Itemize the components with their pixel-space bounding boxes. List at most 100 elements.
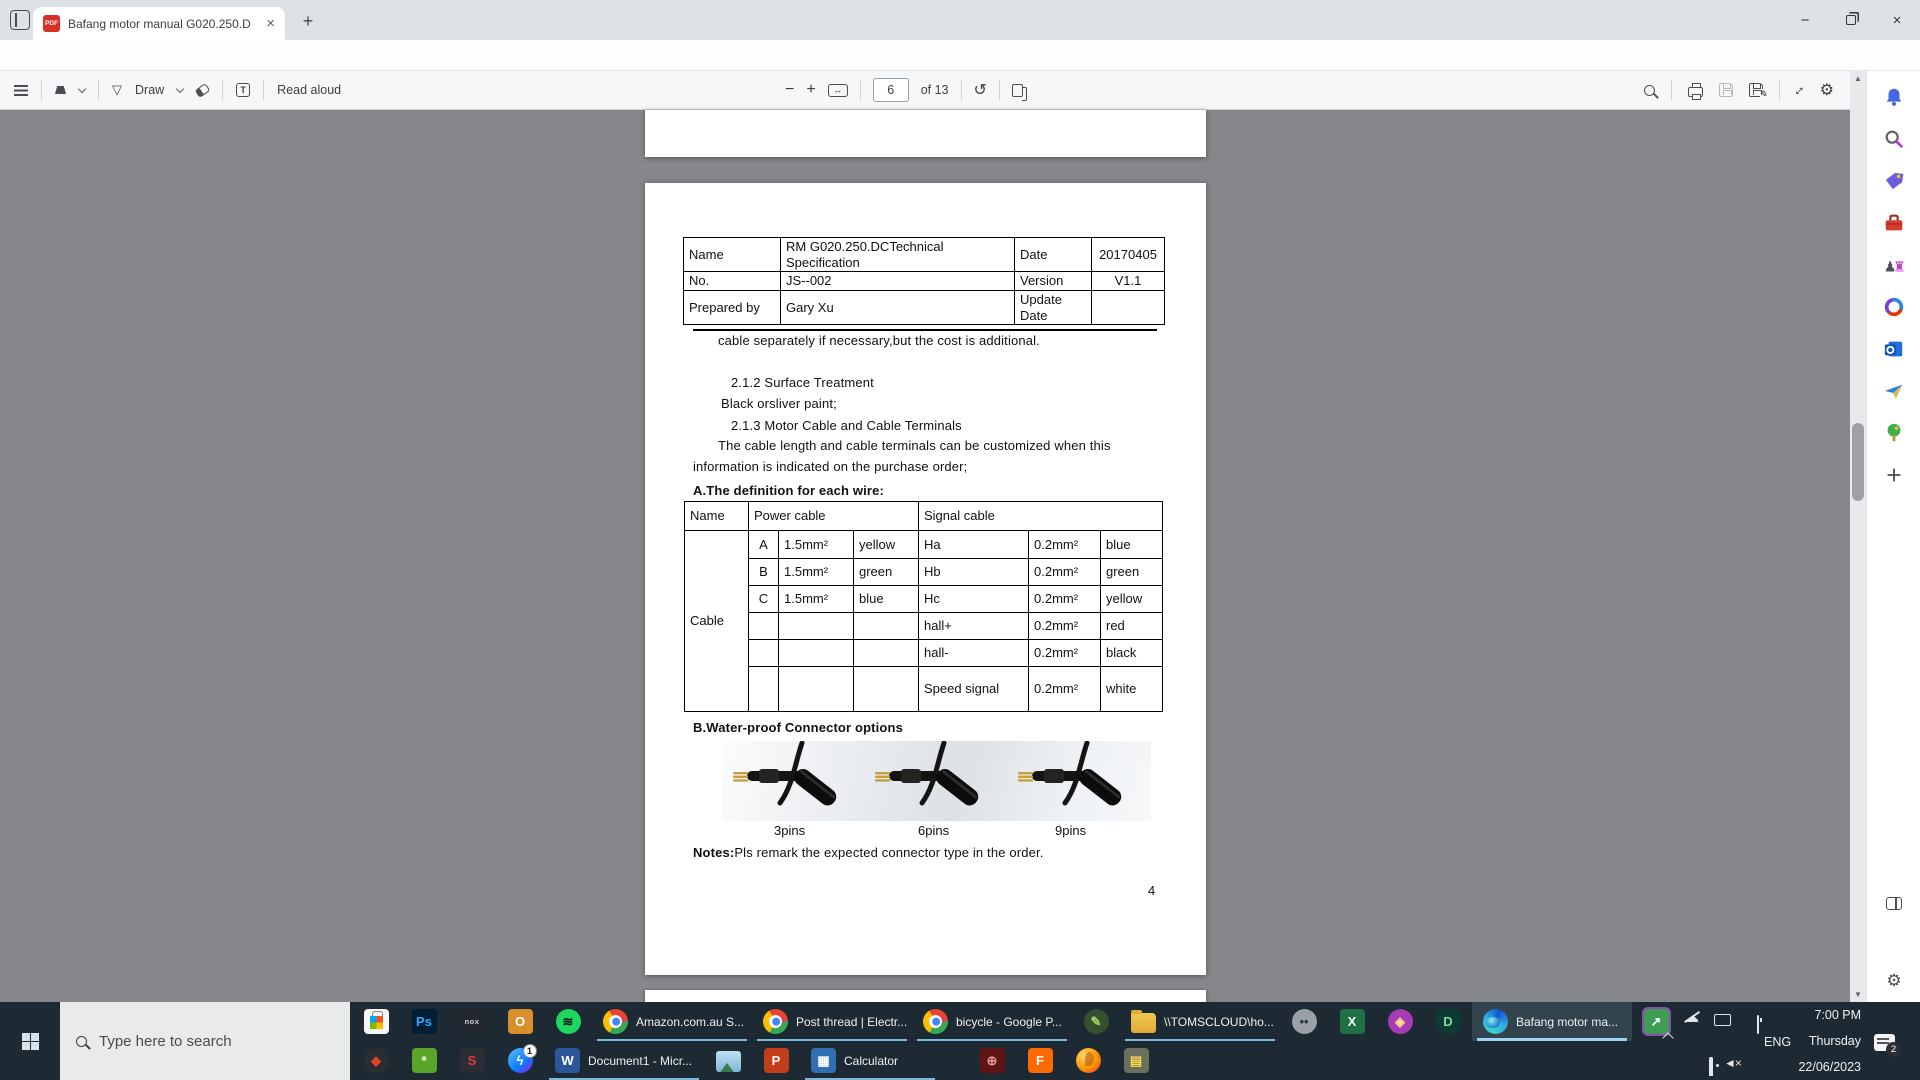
pdf-page-7-top [645, 990, 1206, 1002]
taskbar-search-box[interactable]: Type here to search [60, 1002, 350, 1080]
excel-taskbar-button[interactable]: X [1328, 1002, 1376, 1041]
draw-chevron-icon[interactable] [175, 84, 185, 93]
tray-clock-time[interactable]: 7:00 PM [1795, 1008, 1861, 1022]
toolbar-divider [98, 80, 99, 100]
firefox-taskbar-button[interactable] [1064, 1041, 1112, 1080]
dashlane-taskbar-button[interactable]: D [1424, 1002, 1472, 1041]
scroll-down-arrow-icon[interactable]: ▼ [1850, 987, 1866, 1002]
chrome-window-amazon-taskbar-button[interactable]: Amazon.com.au S... [592, 1002, 752, 1041]
tray-onedrive-paused-icon[interactable]: ☁ [1684, 1009, 1699, 1026]
fusion360-taskbar-button[interactable]: F [1016, 1041, 1064, 1080]
draw-button[interactable]: Draw [135, 83, 164, 97]
sidebar-outlook-icon[interactable] [1882, 337, 1906, 361]
pdf-document-area[interactable]: Name RM G020.250.DCTechnical Specificatio… [0, 110, 1850, 1002]
cable-table-cell [748, 666, 779, 712]
cable-table-cell: Hb [918, 558, 1029, 586]
messenger-taskbar-button[interactable]: ϟ1 [496, 1041, 544, 1080]
tray-notification-center-icon[interactable]: 2 [1874, 1034, 1901, 1057]
photos-app-taskbar-button[interactable] [704, 1041, 752, 1080]
fullscreen-expand-icon[interactable]: ↕ [1791, 81, 1808, 98]
sticky-notes-taskbar-button[interactable]: ▤ [1112, 1041, 1160, 1080]
tab-actions-menu-icon[interactable] [10, 10, 30, 30]
red-s-app-taskbar-button[interactable]: S [448, 1041, 496, 1080]
window-close-button[interactable]: × [1874, 0, 1920, 40]
highlighter-icon[interactable] [55, 86, 66, 94]
microsoft-store-taskbar-button[interactable] [352, 1002, 400, 1041]
print-icon[interactable] [1688, 82, 1704, 100]
robot-app-taskbar-button[interactable]: •• [1280, 1002, 1328, 1041]
sidebar-add-plus-icon[interactable] [1882, 463, 1906, 487]
scrollbar-thumb[interactable] [1852, 423, 1864, 501]
tray-battery-icon[interactable] [1757, 1015, 1759, 1034]
purple-app-taskbar-button[interactable]: ◈ [1376, 1002, 1424, 1041]
search-document-icon[interactable] [1644, 84, 1656, 96]
red-gem-app-taskbar-button[interactable]: ◆ [352, 1041, 400, 1080]
tray-clock-date[interactable]: 22/06/2023 [1788, 1060, 1861, 1074]
word-window-document1-taskbar-button[interactable]: W Document1 - Micr... [544, 1041, 704, 1080]
zoom-out-icon[interactable]: − [785, 81, 794, 99]
page-view-icon[interactable] [1011, 83, 1027, 101]
cable-table-cell: 0.2mm² [1028, 585, 1101, 613]
chrome-window-post-thread-taskbar-button[interactable]: Post thread | Electr... [752, 1002, 912, 1041]
eraser-icon[interactable] [194, 82, 211, 98]
cad-app-taskbar-button[interactable]: ⊕ [968, 1041, 1016, 1080]
cable-table-body: Name Power cable Signal cable Cable A 1.5mm² y… [684, 501, 1164, 712]
tray-volume-muted-icon[interactable]: ◄× [1724, 1056, 1742, 1070]
cable-table-cell: green [1099, 558, 1164, 586]
pdf-settings-gear-icon[interactable]: ⚙ [1820, 80, 1834, 100]
browser-tab-active[interactable]: PDF Bafang motor manual G020.250.D × [33, 7, 285, 40]
sidebar-notifications-bell-icon[interactable] [1882, 85, 1906, 109]
read-aloud-button[interactable]: Read aloud [277, 83, 341, 97]
tab-close-icon[interactable]: × [266, 16, 275, 31]
window-restore-button[interactable] [1828, 0, 1874, 40]
fit-to-width-icon[interactable]: ↔ [827, 83, 848, 97]
zoom-in-icon[interactable]: + [806, 81, 815, 99]
spotify-taskbar-button[interactable]: ≋ [544, 1002, 592, 1041]
highlighter-chevron-icon[interactable] [77, 84, 87, 93]
windows-logo-icon [21, 1032, 39, 1050]
save-as-icon[interactable]: ✎ [1749, 83, 1768, 100]
spec-table-cell: No. [683, 271, 781, 292]
tab-title: Bafang motor manual G020.250.D [68, 16, 251, 31]
sidebar-toolbox-icon[interactable] [1882, 211, 1906, 235]
green-pen-app-taskbar-button[interactable]: ✎ [1072, 1002, 1120, 1041]
calculator-window-taskbar-button[interactable]: ▦ Calculator [800, 1041, 940, 1080]
sidebar-search-icon[interactable] [1882, 127, 1906, 151]
draw-pen-icon[interactable]: ▽ [112, 82, 122, 98]
sidebar-microsoft365-icon[interactable] [1882, 295, 1906, 319]
outlook-classic-taskbar-button[interactable]: O [496, 1002, 544, 1041]
powerpoint-taskbar-button[interactable]: P [752, 1041, 800, 1080]
rotate-icon[interactable]: ↺ [974, 80, 987, 100]
edge-window-bafang-taskbar-button[interactable]: Bafang motor ma... [1472, 1002, 1632, 1041]
file-explorer-tomscloud-taskbar-button[interactable]: \\TOMSCLOUD\ho... [1120, 1002, 1280, 1041]
photoshop-taskbar-button[interactable]: Ps [400, 1002, 448, 1041]
chrome-window-bicycle-taskbar-button[interactable]: bicycle - Google P... [912, 1002, 1072, 1041]
start-button[interactable] [0, 1002, 60, 1080]
document-scrollbar[interactable]: ▲ ▼ [1850, 71, 1866, 1002]
new-tab-button[interactable]: + [297, 10, 319, 32]
sidebar-shopping-tag-icon[interactable] [1882, 169, 1906, 193]
add-text-icon[interactable]: T [236, 83, 251, 97]
sidebar-games-chess-icon[interactable]: ♟ ♜ [1882, 253, 1906, 277]
sidebar-panel-toggle-icon[interactable] [1882, 891, 1906, 915]
page-number-input[interactable]: 6 [872, 78, 909, 102]
chart-app-taskbar-button[interactable]: ↗ [1632, 1002, 1680, 1041]
table-of-contents-icon[interactable] [14, 84, 28, 96]
window-minimize-button[interactable]: − [1782, 0, 1828, 40]
connector-label-3pins: 3pins [774, 823, 806, 838]
sidebar-tree-icon[interactable] [1882, 421, 1906, 445]
tray-clock-day[interactable]: Thursday [1795, 1034, 1861, 1048]
taskbar-button-label: Bafang motor ma... [1516, 1014, 1619, 1029]
tray-display-cast-icon[interactable] [1714, 1014, 1731, 1026]
section-2-1-3-body-line1: The cable length and cable terminals can… [718, 438, 1111, 453]
messenger-icon: ϟ1 [507, 1044, 537, 1073]
splashtop-taskbar-button[interactable]: * [400, 1041, 448, 1080]
nox-player-taskbar-button[interactable]: nox [448, 1002, 496, 1041]
tray-language-label[interactable]: ENG [1764, 1035, 1791, 1049]
tray-wifi-icon[interactable] [1709, 1057, 1713, 1076]
sidebar-drop-paper-plane-icon[interactable] [1882, 379, 1906, 403]
scroll-up-arrow-icon[interactable]: ▲ [1850, 71, 1866, 86]
sidebar-settings-gear-icon[interactable]: ⚙ [1882, 969, 1906, 993]
pdf-file-icon: PDF [43, 15, 60, 32]
save-icon[interactable] [1719, 83, 1734, 97]
